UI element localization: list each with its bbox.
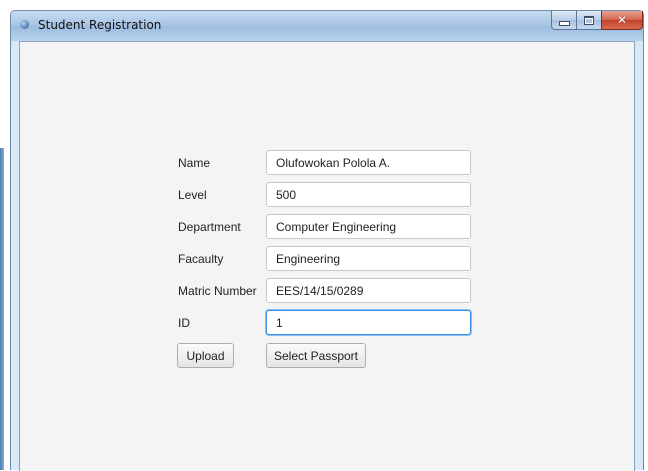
matric-number-label: Matric Number <box>178 284 257 298</box>
window-title: Student Registration <box>38 18 162 32</box>
app-window: Student Registration ✕ Name Level Depart… <box>10 10 644 471</box>
id-field[interactable] <box>266 310 471 335</box>
matric-number-field[interactable] <box>266 278 471 303</box>
faculty-label: Facaulty <box>178 252 224 266</box>
level-label: Level <box>178 188 207 202</box>
form-panel: Name Level Department Facaulty Matric Nu… <box>19 41 635 471</box>
maximize-icon <box>584 15 594 25</box>
name-field[interactable] <box>266 150 471 175</box>
app-icon <box>20 20 29 29</box>
maximize-button[interactable] <box>576 11 602 30</box>
department-label: Department <box>178 220 241 234</box>
id-label: ID <box>178 316 190 330</box>
select-passport-button[interactable]: Select Passport <box>266 343 366 368</box>
upload-button[interactable]: Upload <box>177 343 234 368</box>
close-icon: ✕ <box>616 13 628 27</box>
window-frame-shadow <box>0 148 4 470</box>
name-label: Name <box>178 156 211 170</box>
level-field[interactable] <box>266 182 471 207</box>
department-field[interactable] <box>266 214 471 239</box>
title-bar[interactable]: Student Registration ✕ <box>11 11 643 41</box>
minimize-icon <box>558 20 570 26</box>
faculty-field[interactable] <box>266 246 471 271</box>
minimize-button[interactable] <box>551 11 577 30</box>
close-button[interactable]: ✕ <box>601 11 643 30</box>
